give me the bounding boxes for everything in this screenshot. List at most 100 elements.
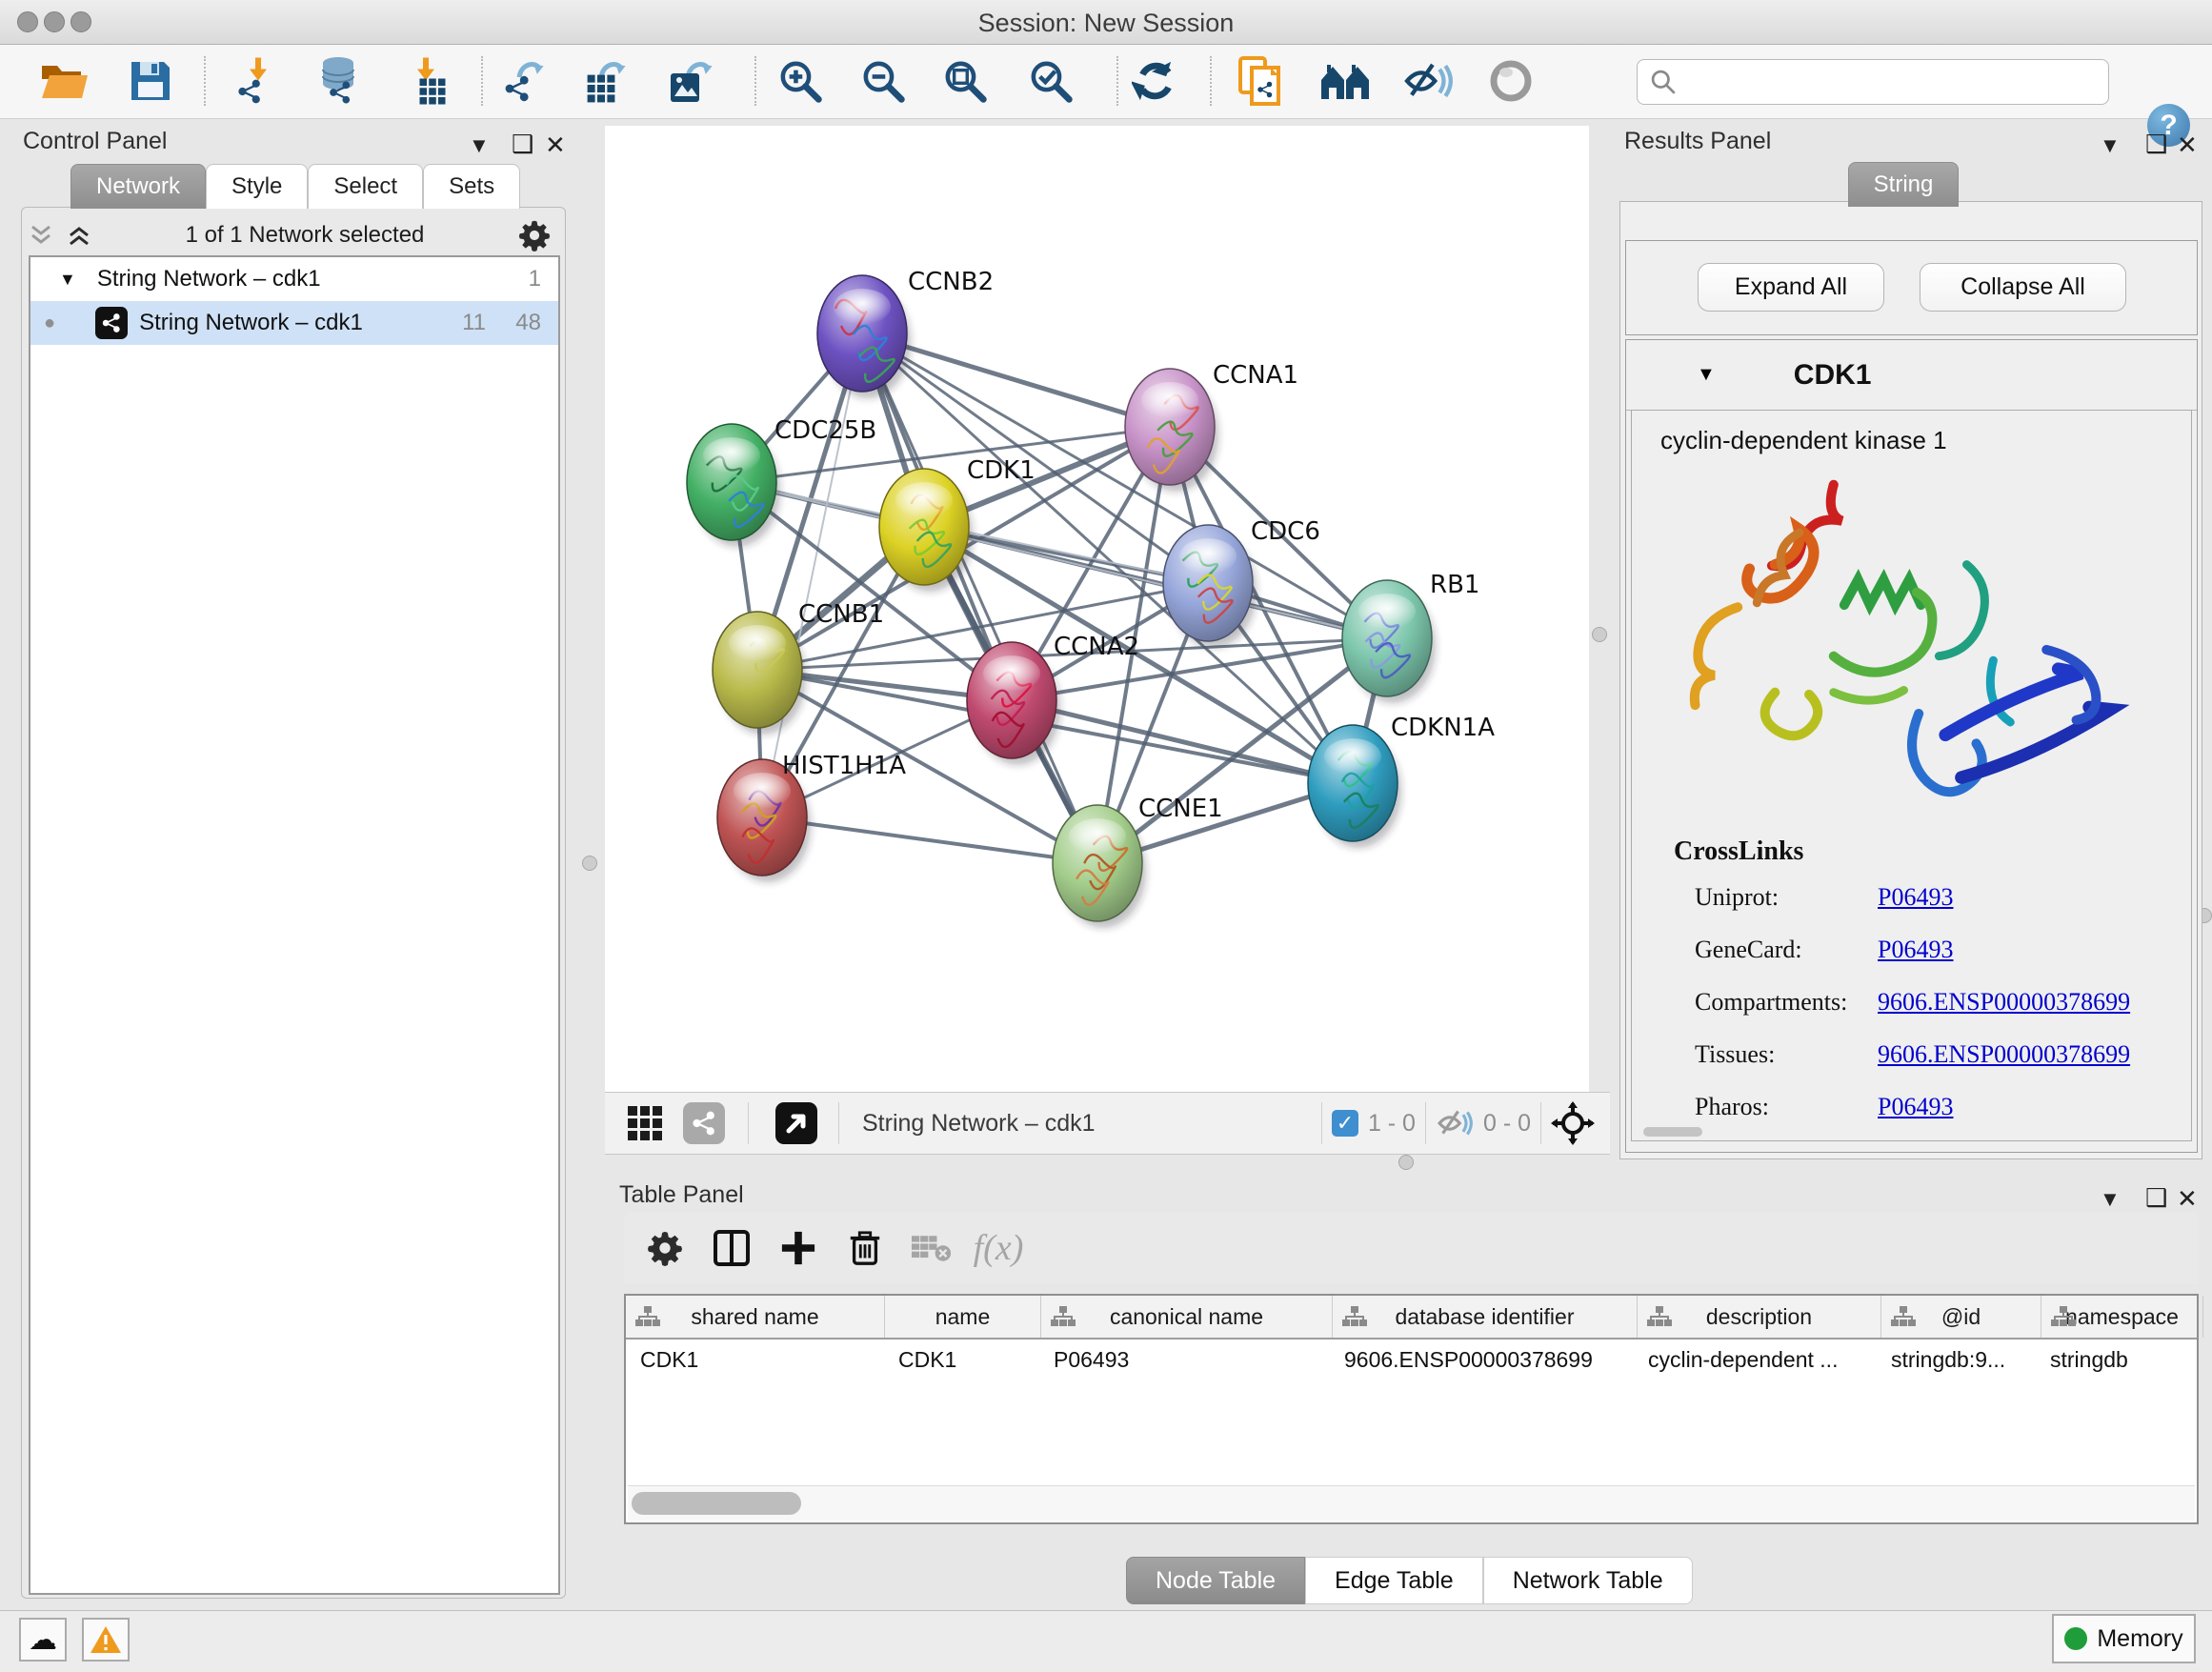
- column-header-namespace[interactable]: namespace: [2041, 1296, 2203, 1338]
- import-table-file-button[interactable]: [398, 53, 453, 109]
- warnings-button[interactable]: [82, 1618, 130, 1662]
- network-canvas[interactable]: CCNB2CCNA1CDC25BCDK1CDC6RB1CCNB1CCNA2CDK…: [605, 126, 1589, 1092]
- collapse-all-button[interactable]: Collapse All: [1920, 263, 2126, 312]
- table-options-button[interactable]: [632, 1219, 698, 1277]
- expand-all-icon[interactable]: [67, 223, 91, 248]
- zoom-in-button[interactable]: [773, 53, 828, 109]
- first-neighbors-button[interactable]: [1317, 53, 1373, 109]
- network-view-share-icon[interactable]: [683, 1102, 725, 1144]
- table-panel-close-icon[interactable]: ✕: [2177, 1184, 2198, 1214]
- network-node-cdk1[interactable]: [879, 469, 973, 592]
- tab-string[interactable]: String: [1848, 162, 1959, 207]
- cloud-status-button[interactable]: ☁: [19, 1618, 67, 1662]
- network-node-ccnb1[interactable]: [713, 612, 806, 735]
- table-cell[interactable]: 9606.ENSP00000378699: [1330, 1340, 1634, 1381]
- tab-edge-table[interactable]: Edge Table: [1305, 1557, 1483, 1604]
- results-panel-close-icon[interactable]: ✕: [2177, 131, 2198, 160]
- memory-button[interactable]: Memory: [2052, 1614, 2196, 1663]
- network-edge[interactable]: [862, 333, 1097, 863]
- tab-node-table[interactable]: Node Table: [1126, 1557, 1305, 1604]
- control-panel-menu-arrow-icon[interactable]: ▼: [469, 133, 490, 158]
- table-hscroll-thumb[interactable]: [632, 1492, 801, 1515]
- crosslink-link[interactable]: 9606.ENSP00000378699: [1878, 1040, 2130, 1068]
- network-node-ccne1[interactable]: [1053, 805, 1146, 928]
- fit-content-crosshair-icon[interactable]: [1551, 1101, 1595, 1145]
- search-input[interactable]: [1678, 69, 2108, 95]
- network-tree-root-row[interactable]: ▼ String Network – cdk1 1: [30, 257, 558, 301]
- tab-style[interactable]: Style: [206, 164, 308, 209]
- table-hscrollbar[interactable]: [628, 1485, 2195, 1521]
- table-cell[interactable]: stringdb:9...: [1877, 1340, 2036, 1381]
- table-cell[interactable]: cyclin-dependent ...: [1634, 1340, 1877, 1381]
- delete-table-button[interactable]: [898, 1219, 965, 1277]
- import-network-database-button[interactable]: [311, 53, 366, 109]
- network-node-cdc6[interactable]: [1163, 525, 1257, 648]
- zoom-out-button[interactable]: [855, 53, 911, 109]
- refresh-button[interactable]: [1128, 53, 1183, 109]
- table-row[interactable]: CDK1CDK1P064939606.ENSP00000378699cyclin…: [626, 1340, 2197, 1381]
- control-panel-float-icon[interactable]: ❑: [512, 130, 533, 159]
- crosslink-link[interactable]: 9606.ENSP00000378699: [1878, 988, 2130, 1016]
- network-options-gear-icon[interactable]: [518, 219, 551, 252]
- birdseye-view-icon[interactable]: [775, 1102, 817, 1144]
- right-splitter-handle[interactable]: [1592, 627, 1607, 642]
- column-header-shared-name[interactable]: shared name: [626, 1296, 885, 1338]
- column-header-canonical-name[interactable]: canonical name: [1041, 1296, 1333, 1338]
- gene-section-header[interactable]: ▼ CDK1: [1626, 340, 2197, 411]
- zoom-selected-button[interactable]: [1023, 53, 1078, 109]
- left-splitter-handle[interactable]: [582, 856, 597, 871]
- tab-select[interactable]: Select: [308, 164, 423, 209]
- selected-nodes-checkbox-icon[interactable]: ✓: [1332, 1110, 1358, 1137]
- network-node-ccnb2[interactable]: [817, 275, 911, 398]
- save-session-button[interactable]: [123, 53, 178, 109]
- column-header-description[interactable]: description: [1638, 1296, 1881, 1338]
- network-edge[interactable]: [762, 817, 1097, 863]
- column-header--id[interactable]: @id: [1881, 1296, 2041, 1338]
- crosslink-link[interactable]: P06493: [1878, 1093, 1953, 1120]
- expand-all-button[interactable]: Expand All: [1698, 263, 1884, 312]
- tab-sets[interactable]: Sets: [423, 164, 520, 209]
- copy-style-button[interactable]: [1232, 53, 1287, 109]
- table-cell[interactable]: stringdb: [2036, 1340, 2197, 1381]
- tree-expand-arrow-icon[interactable]: ▼: [59, 270, 76, 290]
- delete-column-button[interactable]: [832, 1219, 898, 1277]
- tab-network[interactable]: Network: [70, 164, 206, 209]
- function-builder-button[interactable]: f(x): [965, 1219, 1032, 1277]
- collapse-all-icon[interactable]: [29, 223, 53, 248]
- network-graph[interactable]: CCNB2CCNA1CDC25BCDK1CDC6RB1CCNB1CCNA2CDK…: [605, 126, 1589, 1092]
- column-header-name[interactable]: name: [885, 1296, 1041, 1338]
- gene-collapse-arrow-icon[interactable]: ▼: [1697, 364, 1716, 386]
- horizontal-splitter-handle[interactable]: [1398, 1155, 1414, 1170]
- network-tree-row[interactable]: ● String Network – cdk1 11 48: [30, 301, 558, 345]
- hidden-items-eye-icon[interactable]: [1436, 1108, 1474, 1138]
- crosslink-link[interactable]: P06493: [1878, 883, 1953, 911]
- table-cell[interactable]: CDK1: [626, 1340, 884, 1381]
- create-column-button[interactable]: [765, 1219, 832, 1277]
- column-header-database-identifier[interactable]: database identifier: [1333, 1296, 1638, 1338]
- control-panel-close-icon[interactable]: ✕: [545, 131, 566, 160]
- table-cell[interactable]: P06493: [1039, 1340, 1330, 1381]
- hide-selected-button[interactable]: [1400, 53, 1456, 109]
- network-edge[interactable]: [762, 333, 862, 817]
- network-node-ccna2[interactable]: [967, 642, 1060, 765]
- export-table-button[interactable]: [579, 53, 634, 109]
- grid-view-icon[interactable]: [626, 1104, 664, 1142]
- network-node-ccna1[interactable]: [1125, 369, 1218, 492]
- show-columns-button[interactable]: [698, 1219, 765, 1277]
- results-hscroll-thumb[interactable]: [1643, 1127, 1702, 1137]
- open-file-button[interactable]: [37, 53, 92, 109]
- crosslink-link[interactable]: P06493: [1878, 936, 1953, 963]
- results-panel-menu-arrow-icon[interactable]: ▼: [2100, 133, 2121, 158]
- show-all-button[interactable]: [1483, 53, 1538, 109]
- table-cell[interactable]: CDK1: [884, 1340, 1039, 1381]
- export-image-button[interactable]: [664, 53, 719, 109]
- import-network-file-button[interactable]: [231, 53, 286, 109]
- table-panel-float-icon[interactable]: ❑: [2145, 1183, 2167, 1213]
- export-network-button[interactable]: [497, 53, 553, 109]
- tab-network-table[interactable]: Network Table: [1483, 1557, 1693, 1604]
- network-node-cdkn1a[interactable]: [1308, 725, 1401, 848]
- zoom-fit-button[interactable]: [937, 53, 993, 109]
- network-node-rb1[interactable]: [1342, 580, 1436, 703]
- results-panel-float-icon[interactable]: ❑: [2145, 130, 2167, 159]
- table-panel-menu-arrow-icon[interactable]: ▼: [2100, 1187, 2121, 1212]
